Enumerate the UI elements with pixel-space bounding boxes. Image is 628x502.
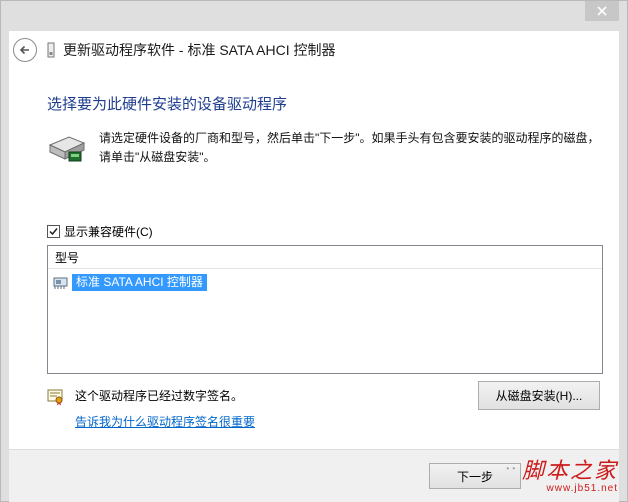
wechat-icon: ◔◔	[503, 463, 516, 475]
show-compatible-row: 显示兼容硬件(C)	[47, 223, 153, 240]
have-disk-button[interactable]: 从磁盘安装(H)...	[478, 381, 600, 410]
title-bar	[1, 1, 627, 31]
section-title: 选择要为此硬件安装的设备驱动程序	[47, 96, 288, 113]
list-column-header[interactable]: 型号	[48, 246, 602, 269]
list-item[interactable]: 标准 SATA AHCI 控制器	[53, 274, 207, 291]
back-arrow-icon	[19, 45, 29, 55]
driver-signing-link[interactable]: 告诉我为什么驱动程序签名很重要	[75, 413, 255, 430]
signed-status-text: 这个驱动程序已经过数字签名。	[75, 389, 244, 403]
watermark-url: www.jb51.net	[546, 483, 618, 494]
watermark: ◔◔ 脚本之家 www.jb51.net	[504, 453, 618, 494]
dialog-window: 更新驱动程序软件 - 标准 SATA AHCI 控制器 选择要为此硬件安装的设备…	[0, 0, 628, 502]
checkmark-icon	[49, 228, 58, 236]
show-compatible-label[interactable]: 显示兼容硬件(C)	[64, 223, 153, 240]
dialog-content: 更新驱动程序软件 - 标准 SATA AHCI 控制器 选择要为此硬件安装的设备…	[9, 31, 619, 502]
list-item-label[interactable]: 标准 SATA AHCI 控制器	[72, 274, 207, 291]
hard-drive-icon	[48, 136, 86, 162]
controller-icon	[53, 277, 68, 289]
back-button[interactable]	[13, 38, 37, 62]
signed-certificate-icon	[47, 389, 63, 406]
device-icon	[47, 42, 55, 58]
close-icon	[597, 6, 607, 16]
show-compatible-checkbox[interactable]	[47, 225, 60, 238]
instruction-text: 请选定硬件设备的厂商和型号，然后单击"下一步"。如果手头有包含要安装的驱动程序的…	[99, 131, 600, 164]
close-button[interactable]	[585, 1, 619, 21]
watermark-brand: 脚本之家	[521, 459, 618, 484]
window-title: 更新驱动程序软件 - 标准 SATA AHCI 控制器	[63, 42, 336, 58]
wizard-header: 更新驱动程序软件 - 标准 SATA AHCI 控制器	[9, 31, 619, 69]
model-list[interactable]: 型号 标准 SATA AHCI 控制器	[47, 245, 603, 374]
